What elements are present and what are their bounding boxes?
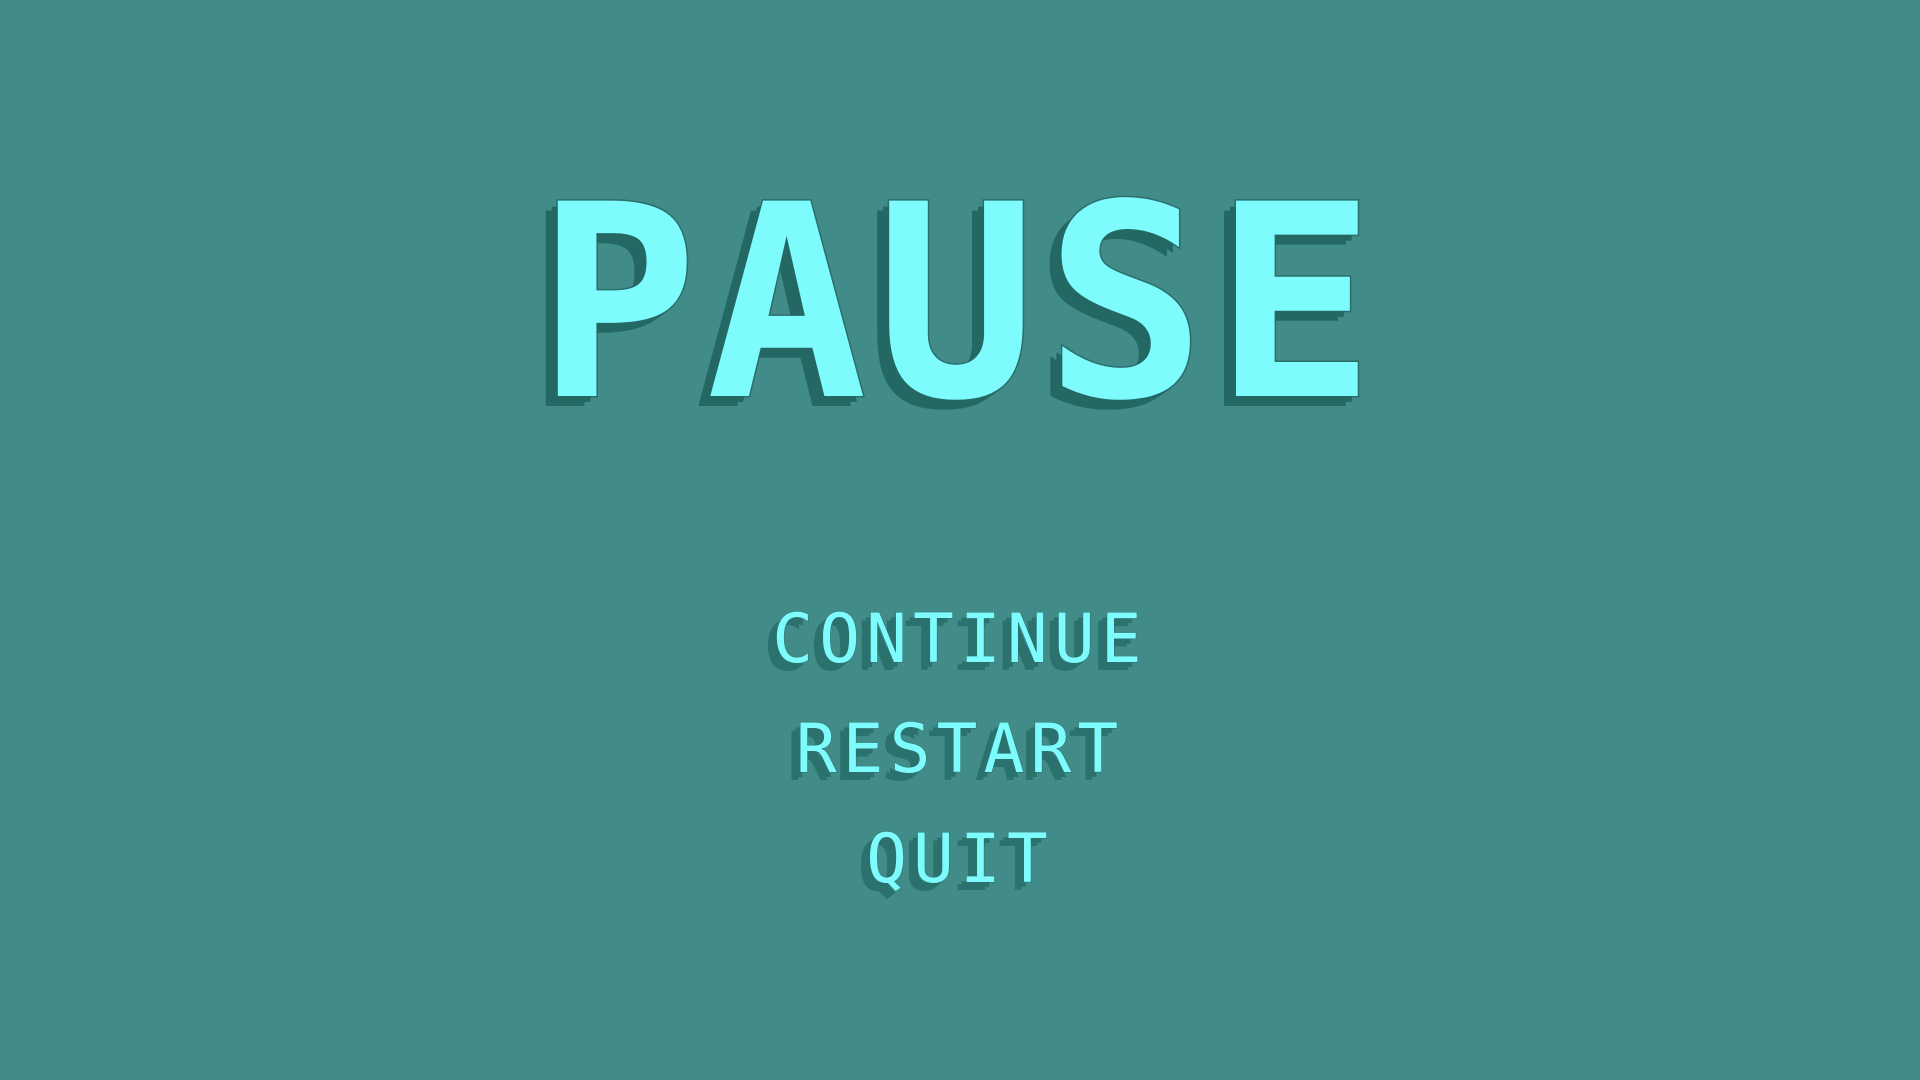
pause-title: PAUSE <box>535 148 1384 460</box>
restart-button[interactable]: RESTART <box>795 695 1125 805</box>
quit-button[interactable]: QUIT <box>866 805 1054 915</box>
pause-menu: CONTINUE RESTART QUIT <box>0 585 1920 915</box>
continue-button[interactable]: CONTINUE <box>772 585 1148 695</box>
pause-screen: PAUSE CONTINUE RESTART QUIT <box>0 0 1920 1080</box>
